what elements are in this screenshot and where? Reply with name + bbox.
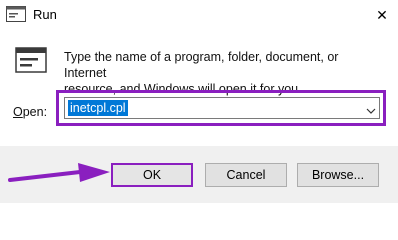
title-bar: Run ✕ [0, 0, 398, 30]
run-dialog-icon [14, 44, 48, 78]
run-app-icon [6, 6, 26, 22]
close-icon: ✕ [376, 6, 388, 23]
close-button[interactable]: ✕ [366, 0, 398, 30]
window-title: Run [33, 7, 57, 22]
open-input-value[interactable]: inetcpl.cpl [68, 100, 128, 116]
browse-button[interactable]: Browse... [297, 163, 379, 187]
run-dialog: Run ✕ Type the name of a program, folder… [0, 0, 398, 203]
annotation-arrow-icon [8, 160, 112, 186]
open-label: Open: [13, 105, 48, 119]
ok-button[interactable]: OK [111, 163, 193, 187]
description-line-1: Type the name of a program, folder, docu… [64, 50, 339, 80]
open-combobox[interactable]: inetcpl.cpl [64, 97, 380, 119]
chevron-down-icon[interactable] [366, 103, 376, 114]
dialog-content: Type the name of a program, folder, docu… [0, 30, 398, 146]
cancel-button[interactable]: Cancel [205, 163, 287, 187]
